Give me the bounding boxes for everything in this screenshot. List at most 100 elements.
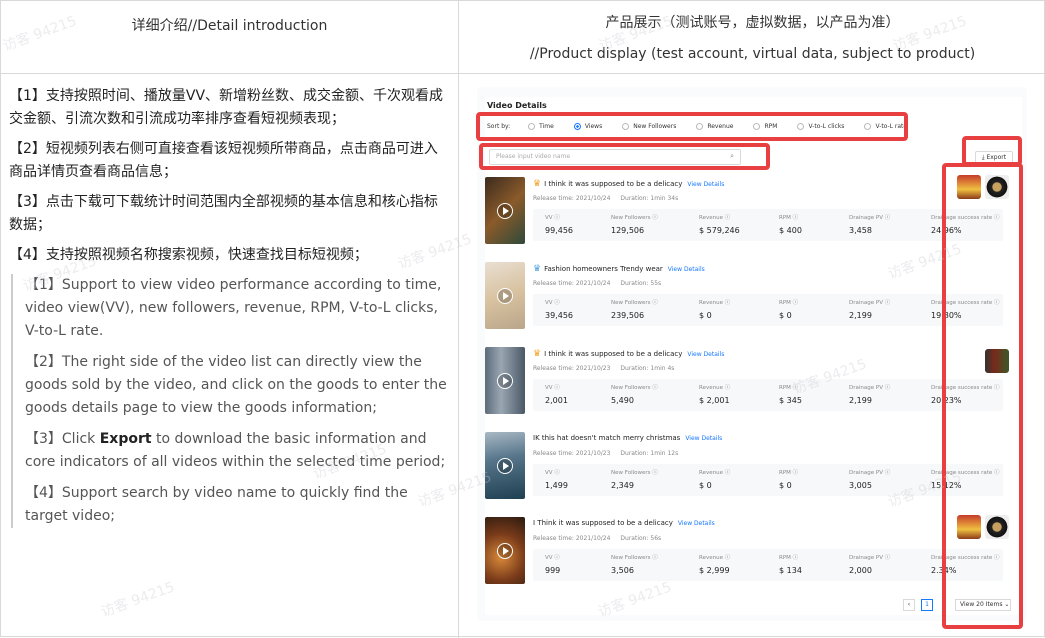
stat-revenue: Revenue ⓘ $ 579,246 xyxy=(699,213,740,235)
stat-label: Revenue ⓘ xyxy=(699,385,731,391)
stat-drainage-pv: Drainage PV ⓘ 2,199 xyxy=(849,298,890,320)
stat-value: $ 0 xyxy=(779,481,792,490)
stat-new-followers: New Followers ⓘ 2,349 xyxy=(611,468,658,490)
video-title-line: IK this hat doesn't match merry christma… xyxy=(533,434,722,442)
stat-value: $ 0 xyxy=(699,311,712,320)
stat-label: VV ⓘ xyxy=(545,300,560,306)
video-meta: Release time: 2021/10/24 Duration: 1min 3… xyxy=(533,195,688,202)
highlight-search xyxy=(479,143,770,170)
panel-title: Video Details xyxy=(487,101,547,110)
stat-label: New Followers ⓘ xyxy=(611,470,658,476)
stat-label: Drainage PV ⓘ xyxy=(849,470,891,476)
video-thumbnail[interactable] xyxy=(485,517,525,584)
zh-point-3: 【3】点击下载可下载统计时间范围内全部视频的基本信息和核心指标数据； xyxy=(9,194,438,233)
play-icon[interactable] xyxy=(497,373,513,389)
release-time: Release time: 2021/10/23 xyxy=(533,450,611,457)
zh-point-1: 【1】支持按照时间、播放量VV、新增粉丝数、成交金额、千次观看成交金额、引流次数… xyxy=(9,88,444,127)
video-title-line: ♛ I think it was supposed to be a delicac… xyxy=(533,179,724,189)
stat-value: $ 0 xyxy=(699,481,712,490)
en-point-4: 【4】Support search by video name to quick… xyxy=(25,485,408,524)
zh-point-4: 【4】支持按照视频名称搜索视频，快速查找目标短视频； xyxy=(9,247,368,263)
stat-label: Drainage PV ⓘ xyxy=(849,555,891,561)
video-title: Fashion homeowners Trendy wear xyxy=(544,265,663,273)
zh-point-2: 【2】短视频列表右侧可直接查看该短视频所带商品，点击商品可进入商品详情页查看商品… xyxy=(9,141,438,180)
stat-new-followers: New Followers ⓘ 5,490 xyxy=(611,383,658,405)
stat-value: 129,506 xyxy=(611,226,645,235)
detail-text: 【1】支持按照时间、播放量VV、新增粉丝数、成交金额、千次观看成交金额、引流次数… xyxy=(9,85,451,536)
stat-label: New Followers ⓘ xyxy=(611,385,658,391)
content-table: 详细介绍//Detail introduction 产品展示（测试账号，虚拟数据… xyxy=(0,0,1045,638)
column-divider xyxy=(458,1,459,638)
stat-value: $ 2,001 xyxy=(699,396,730,405)
video-meta: Release time: 2021/10/23 Duration: 1min 1… xyxy=(533,450,688,457)
en-point-3-bold: Export xyxy=(99,431,152,447)
video-title: I Think it was supposed to be a delicacy xyxy=(533,519,673,527)
stat-label: VV ⓘ xyxy=(545,385,560,391)
en-quote-block: 【1】Support to view video performance acc… xyxy=(11,274,451,528)
stat-value: $ 400 xyxy=(779,226,802,235)
stat-revenue: Revenue ⓘ $ 2,999 xyxy=(699,553,730,575)
header-detail-intro: 详细介绍//Detail introduction xyxy=(131,18,328,34)
duration: Duration: 55s xyxy=(620,280,662,287)
stat-revenue: Revenue ⓘ $ 2,001 xyxy=(699,383,730,405)
video-thumbnail[interactable] xyxy=(485,432,525,499)
stat-value: $ 579,246 xyxy=(699,226,740,235)
video-meta: Release time: 2021/10/24 Duration: 55s xyxy=(533,280,671,287)
stat-label: RPM ⓘ xyxy=(779,385,799,391)
stat-rpm: RPM ⓘ $ 0 xyxy=(779,298,798,320)
duration: Duration: 1min 34s xyxy=(620,195,679,202)
stat-label: VV ⓘ xyxy=(545,215,560,221)
stat-revenue: Revenue ⓘ $ 0 xyxy=(699,468,730,490)
stat-drainage-pv: Drainage PV ⓘ 3,458 xyxy=(849,213,890,235)
stat-label: New Followers ⓘ xyxy=(611,215,658,221)
en-point-3: 【3】Click Export to download the basic in… xyxy=(25,428,451,474)
stat-label: RPM ⓘ xyxy=(779,215,799,221)
duration: Duration: 1min 4s xyxy=(620,365,675,372)
release-time: Release time: 2021/10/24 xyxy=(533,195,611,202)
view-details-link[interactable]: View Details xyxy=(678,520,715,527)
stat-label: Drainage PV ⓘ xyxy=(849,300,891,306)
stat-rpm: RPM ⓘ $ 0 xyxy=(779,468,798,490)
release-time: Release time: 2021/10/23 xyxy=(533,365,611,372)
prev-page-button[interactable]: ‹ xyxy=(903,599,915,611)
video-title: IK this hat doesn't match merry christma… xyxy=(533,434,681,442)
stat-drainage-pv: Drainage PV ⓘ 2,000 xyxy=(849,553,890,575)
stat-label: New Followers ⓘ xyxy=(611,555,658,561)
stat-label: Drainage PV ⓘ xyxy=(849,215,891,221)
stat-drainage-pv: Drainage PV ⓘ 2,199 xyxy=(849,383,890,405)
play-icon[interactable] xyxy=(497,458,513,474)
crown-icon: ♛ xyxy=(533,179,542,189)
stat-value: 39,456 xyxy=(545,311,573,320)
watermark: 访客 94215 xyxy=(98,579,177,621)
stat-value: 2,001 xyxy=(545,396,568,405)
stat-label: RPM ⓘ xyxy=(779,470,799,476)
stat-value: 3,506 xyxy=(611,566,634,575)
video-title-line: ♛ Fashion homeowners Trendy wear View Deta… xyxy=(533,264,705,274)
video-thumbnail[interactable] xyxy=(485,347,525,414)
view-details-link[interactable]: View Details xyxy=(668,266,705,273)
chevron-left-icon: ‹ xyxy=(907,601,911,608)
stat-rpm: RPM ⓘ $ 400 xyxy=(779,213,802,235)
view-details-link[interactable]: View Details xyxy=(687,181,724,188)
stat-label: RPM ⓘ xyxy=(779,300,799,306)
stat-value: 3,458 xyxy=(849,226,872,235)
video-stats: VV ⓘ 2,001 New Followers ⓘ 5,490 Revenue ⓘ… xyxy=(533,379,1003,411)
stat-value: $ 345 xyxy=(779,396,802,405)
page-number-button[interactable]: 1 xyxy=(921,599,933,611)
stat-rpm: RPM ⓘ $ 345 xyxy=(779,383,802,405)
header-product-display: 产品展示（测试账号，虚拟数据，以产品为准） //Product display … xyxy=(459,1,1045,74)
highlight-export xyxy=(962,136,1022,166)
stat-label: Revenue ⓘ xyxy=(699,555,731,561)
video-thumbnail[interactable] xyxy=(485,262,525,329)
stat-value: 239,506 xyxy=(611,311,645,320)
video-thumbnail[interactable] xyxy=(485,177,525,244)
stat-value: 2,199 xyxy=(849,396,872,405)
play-icon[interactable] xyxy=(497,543,513,559)
play-icon[interactable] xyxy=(497,288,513,304)
play-icon[interactable] xyxy=(497,203,513,219)
stat-value: $ 0 xyxy=(779,311,792,320)
view-details-link[interactable]: View Details xyxy=(685,435,722,442)
view-details-link[interactable]: View Details xyxy=(687,351,724,358)
video-title-line: I Think it was supposed to be a delicacy… xyxy=(533,519,715,527)
video-title-line: ♛ I think it was supposed to be a delicac… xyxy=(533,349,724,359)
